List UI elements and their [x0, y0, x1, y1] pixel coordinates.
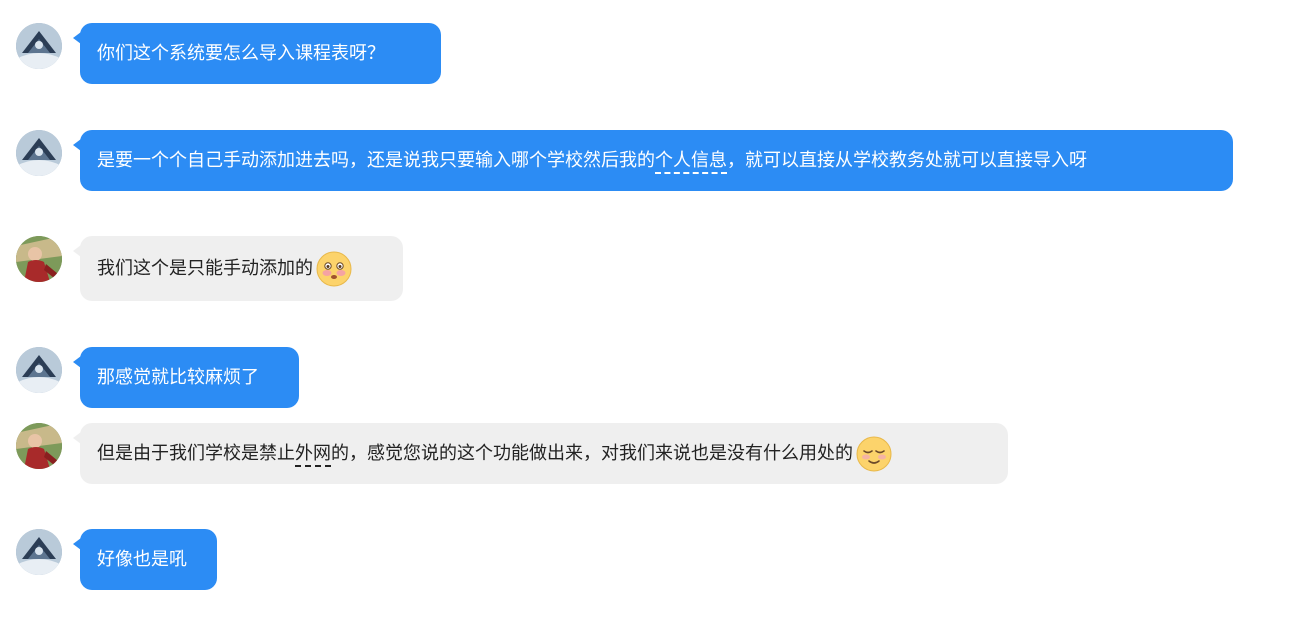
message-bubble[interactable]: 我们这个是只能手动添加的 — [73, 236, 403, 301]
peer-avatar-icon[interactable] — [16, 236, 62, 282]
flushed-face-emoji — [316, 251, 352, 287]
message-bubble[interactable]: 好像也是吼 — [73, 529, 217, 590]
self-avatar-icon[interactable] — [16, 130, 62, 176]
message-text: 那感觉就比较麻烦了 — [97, 366, 259, 388]
highlighted-keyword[interactable]: 个人信息 — [655, 149, 727, 174]
peer-avatar-icon[interactable] — [16, 423, 62, 469]
self-avatar-icon[interactable] — [16, 23, 62, 69]
message-text: 是要一个个自己手动添加进去吗，还是说我只要输入哪个学校然后我的个人信息，就可以直… — [97, 149, 1087, 174]
message-bubble[interactable]: 但是由于我们学校是禁止外网的，感觉您说的这个功能做出来，对我们来说也是没有什么用… — [73, 423, 1008, 484]
chat-conversation: 你们这个系统要怎么导入课程表呀？ 是要一个个自己手动添加进去吗，还是说我只要输入… — [0, 0, 1306, 631]
message-bubble[interactable]: 那感觉就比较麻烦了 — [73, 347, 299, 408]
message-text: 好像也是吼 — [97, 548, 187, 570]
message-text: 你们这个系统要怎么导入课程表呀？ — [97, 42, 385, 64]
relieved-face-emoji — [856, 436, 892, 472]
self-avatar-icon[interactable] — [16, 347, 62, 393]
message-text: 我们这个是只能手动添加的 — [97, 257, 313, 279]
message-bubble[interactable]: 你们这个系统要怎么导入课程表呀？ — [73, 23, 441, 84]
message-bubble[interactable]: 是要一个个自己手动添加进去吗，还是说我只要输入哪个学校然后我的个人信息，就可以直… — [73, 130, 1233, 191]
self-avatar-icon[interactable] — [16, 529, 62, 575]
highlighted-keyword[interactable]: 外网 — [295, 442, 331, 467]
message-text: 但是由于我们学校是禁止外网的，感觉您说的这个功能做出来，对我们来说也是没有什么用… — [97, 442, 853, 467]
